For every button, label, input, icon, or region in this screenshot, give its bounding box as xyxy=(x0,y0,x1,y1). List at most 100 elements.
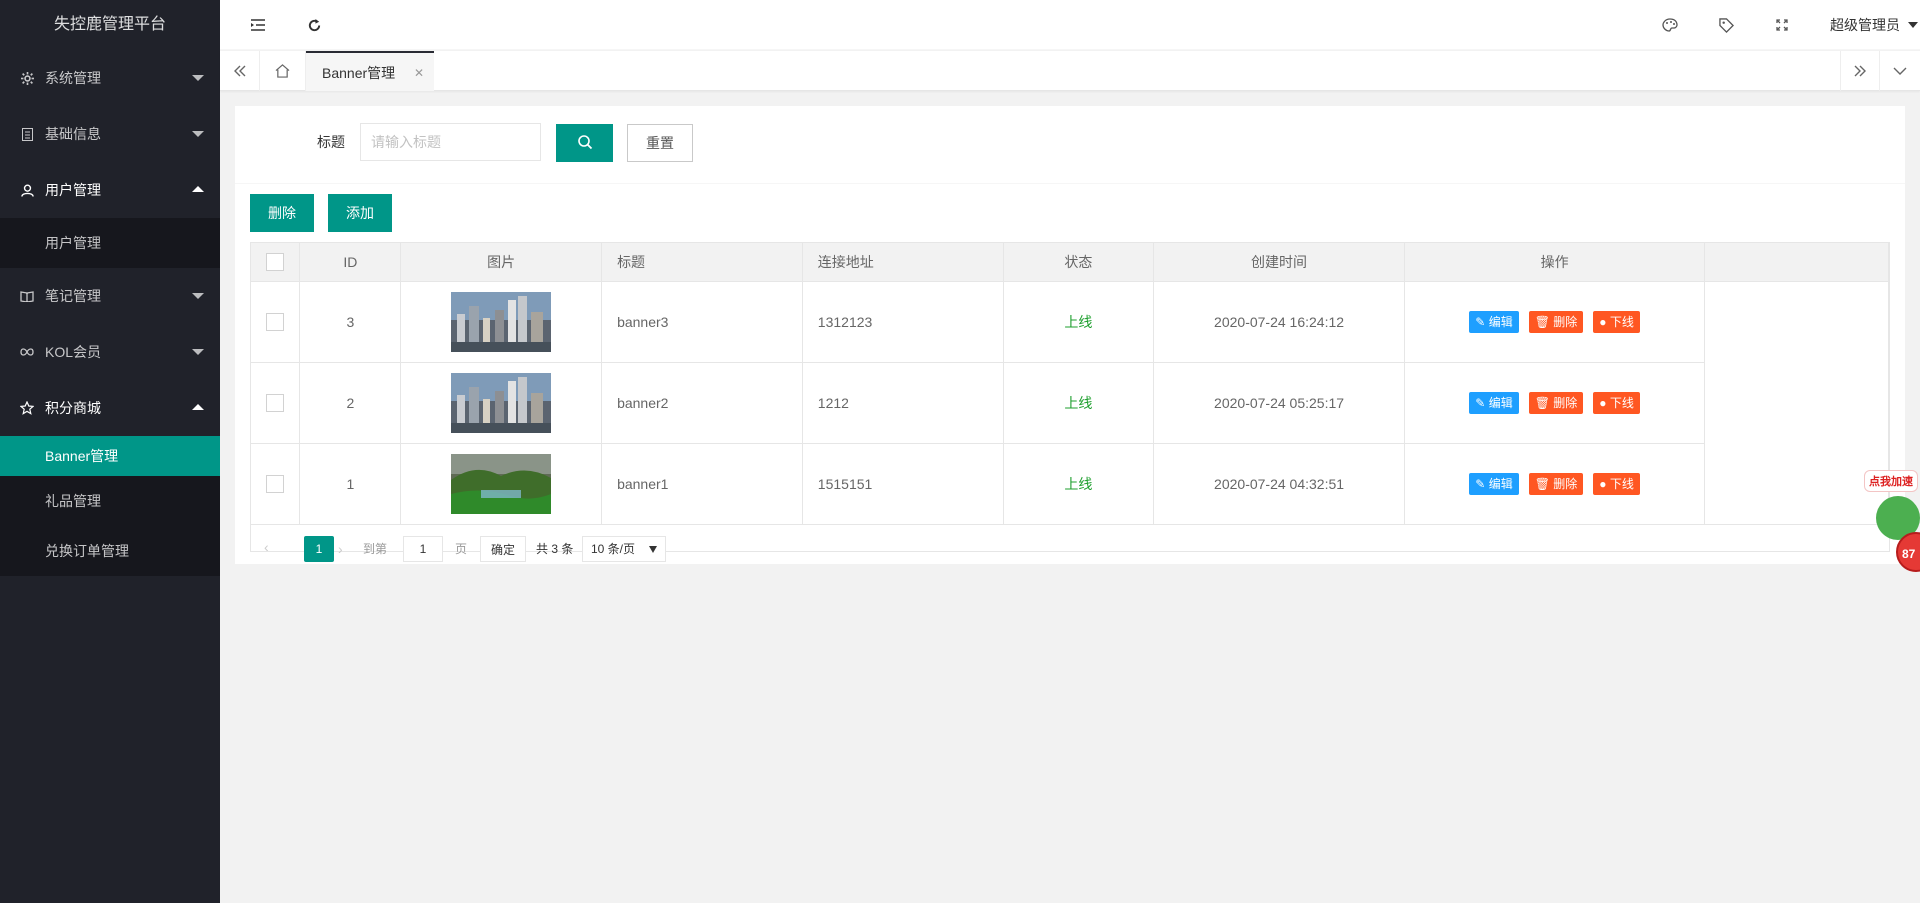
column-header-id[interactable]: ID xyxy=(299,243,402,282)
caret-down-icon xyxy=(1908,22,1918,28)
cell-filler xyxy=(1704,443,1889,525)
title-search-input[interactable] xyxy=(360,123,541,161)
banner-table: ID 图片 标题 连接地址 状态 创建时间 操作 3 banner3 13121… xyxy=(250,242,1890,552)
tag-icon[interactable] xyxy=(1706,0,1746,50)
prev-page-icon[interactable]: ‹ xyxy=(264,534,269,560)
circle-icon: ● xyxy=(1599,395,1607,410)
star-icon xyxy=(20,380,34,436)
column-header-image[interactable]: 图片 xyxy=(400,243,603,282)
sidebar-group-system[interactable]: 系统管理 xyxy=(0,50,220,106)
floating-accelerator-widget[interactable]: 点我加速 87 xyxy=(1862,470,1920,590)
fullscreen-icon[interactable] xyxy=(1762,0,1802,50)
caret-down-icon xyxy=(192,293,204,299)
delete-button[interactable]: 🗑 删除 xyxy=(1528,391,1584,414)
menu-fold-icon[interactable] xyxy=(238,0,278,50)
cell-filler xyxy=(1704,281,1889,362)
sidebar-group-points-mall[interactable]: 积分商城 xyxy=(0,380,220,436)
sidebar-group-label: KOL会员 xyxy=(45,344,102,360)
sidebar-group-kol[interactable]: KOL会员 xyxy=(0,324,220,380)
trash-icon: 🗑 xyxy=(1534,314,1550,329)
refresh-icon[interactable] xyxy=(294,0,334,50)
search-form: 标题 重置 xyxy=(235,106,1905,184)
cell-id: 1 xyxy=(299,443,402,525)
page-size-select[interactable]: 10 条/页 xyxy=(582,536,666,562)
banner-thumbnail[interactable] xyxy=(451,372,552,433)
batch-delete-button[interactable]: 删除 xyxy=(250,194,314,232)
sidebar-group-label: 笔记管理 xyxy=(45,288,101,304)
current-page-button[interactable]: 1 xyxy=(304,536,334,562)
edit-button[interactable]: ✎ 编辑 xyxy=(1469,310,1519,333)
delete-button[interactable]: 🗑 删除 xyxy=(1528,310,1584,333)
goto-page-input[interactable] xyxy=(403,536,443,562)
palette-icon[interactable] xyxy=(1650,0,1690,50)
book-icon xyxy=(20,268,34,324)
edit-label: 编辑 xyxy=(1488,314,1513,329)
cell-title: banner2 xyxy=(601,362,803,444)
infinity-icon xyxy=(20,324,34,380)
top-header: 超级管理员 xyxy=(220,0,1920,50)
sidebar-item-banner-management[interactable]: Banner管理 xyxy=(0,436,220,476)
sidebar-item-user-management[interactable]: 用户管理 xyxy=(0,218,220,268)
delete-button[interactable]: 🗑 删除 xyxy=(1528,472,1584,495)
sidebar-group-label: 积分商城 xyxy=(45,400,101,416)
goto-label: 到第 xyxy=(363,542,388,556)
gear-icon xyxy=(20,50,34,106)
circle-icon: ● xyxy=(1599,476,1607,491)
cell-created: 2020-07-24 16:24:12 xyxy=(1153,281,1405,363)
table-header-row: ID 图片 标题 连接地址 状态 创建时间 操作 xyxy=(251,243,1889,282)
tab-banner-management[interactable]: Banner管理 ✕ xyxy=(306,51,434,91)
content-card: 标题 重置 删除 添加 ID 图片 标题 连接地址 状态 创建 xyxy=(235,106,1905,564)
sidebar-group-basic-info[interactable]: 基础信息 xyxy=(0,106,220,162)
cell-created: 2020-07-24 04:32:51 xyxy=(1153,443,1405,525)
user-menu[interactable]: 超级管理员 xyxy=(1830,0,1920,50)
banner-thumbnail[interactable] xyxy=(451,453,552,514)
cell-id: 2 xyxy=(299,362,402,444)
sidebar-group-notes[interactable]: 笔记管理 xyxy=(0,268,220,324)
widget-text: 点我加速 xyxy=(1864,470,1918,492)
add-button[interactable]: 添加 xyxy=(328,194,392,232)
edit-label: 编辑 xyxy=(1488,395,1513,410)
row-checkbox[interactable] xyxy=(266,393,285,412)
banner-thumbnail[interactable] xyxy=(451,291,552,352)
cell-image xyxy=(400,281,603,363)
search-icon xyxy=(577,134,593,153)
circle-icon: ● xyxy=(1599,314,1607,329)
tabs-scroll-right-icon[interactable] xyxy=(1840,51,1880,91)
close-icon[interactable]: ✕ xyxy=(414,53,424,93)
offline-button[interactable]: ● 下线 xyxy=(1593,472,1640,495)
chevron-down-icon[interactable] xyxy=(1880,51,1920,91)
column-header-actions[interactable]: 操作 xyxy=(1404,243,1706,282)
column-header-filler xyxy=(1704,243,1889,282)
row-checkbox[interactable] xyxy=(266,312,285,331)
offline-label: 下线 xyxy=(1609,395,1634,410)
home-icon[interactable] xyxy=(260,51,306,91)
offline-button[interactable]: ● 下线 xyxy=(1593,391,1640,414)
sidebar-group-user[interactable]: 用户管理 xyxy=(0,162,220,218)
tabs-scroll-left-icon[interactable] xyxy=(220,51,260,91)
goto-confirm-button[interactable]: 确定 xyxy=(480,536,526,562)
cell-status: 上线 xyxy=(1003,281,1155,363)
dropdown-arrow-icon xyxy=(649,546,657,553)
sidebar-submenu-user: 用户管理 xyxy=(0,218,220,268)
select-all-checkbox-cell xyxy=(251,243,301,282)
total-count: 共 3 条 xyxy=(536,542,574,556)
next-page-icon[interactable]: › xyxy=(338,536,343,562)
column-header-status[interactable]: 状态 xyxy=(1003,243,1155,282)
row-checkbox-cell xyxy=(251,362,301,444)
row-checkbox-cell xyxy=(251,443,301,525)
edit-button[interactable]: ✎ 编辑 xyxy=(1469,391,1519,414)
edit-button[interactable]: ✎ 编辑 xyxy=(1469,472,1519,495)
reset-button[interactable]: 重置 xyxy=(627,124,693,162)
sidebar-item-gift-management[interactable]: 礼品管理 xyxy=(0,476,220,526)
sidebar-item-exchange-orders[interactable]: 兑换订单管理 xyxy=(0,526,220,576)
delete-label: 删除 xyxy=(1553,476,1578,491)
offline-button[interactable]: ● 下线 xyxy=(1593,310,1640,333)
row-checkbox[interactable] xyxy=(266,474,285,493)
column-header-title[interactable]: 标题 xyxy=(601,243,803,282)
edit-label: 编辑 xyxy=(1488,476,1513,491)
select-all-checkbox[interactable] xyxy=(266,252,285,271)
column-header-created[interactable]: 创建时间 xyxy=(1153,243,1405,282)
cell-filler xyxy=(1704,362,1889,443)
search-button[interactable] xyxy=(556,124,613,162)
column-header-link[interactable]: 连接地址 xyxy=(802,243,1004,282)
